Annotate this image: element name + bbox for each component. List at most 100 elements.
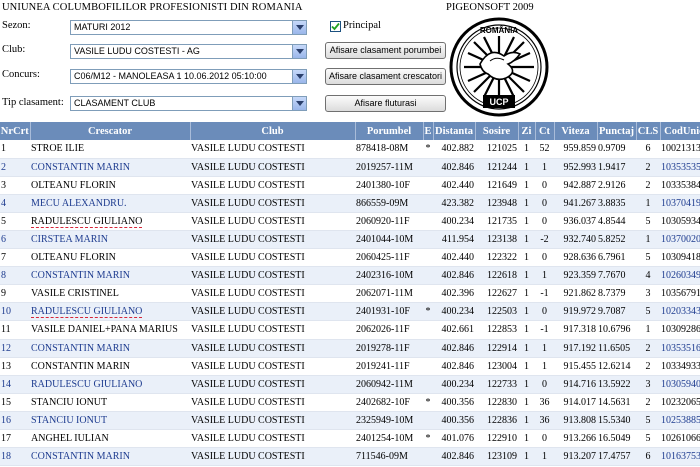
- breeder-name-cell: STROE ILIE: [30, 140, 190, 159]
- table-body: 1 STROE ILIE VASILE LUDU COSTESTI 878418-08…: [0, 140, 700, 467]
- chevron-down-icon[interactable]: [292, 21, 306, 34]
- breeder-name-cell: STANCIU IONUT: [30, 411, 190, 431]
- arrival-cell: 123004: [475, 357, 518, 376]
- ct-cell: 0: [535, 176, 554, 195]
- distance-cell: 402.396: [433, 284, 475, 304]
- table-row[interactable]: 6 CIRSTEA MARIN VASILE LUDU COSTESTI 240104…: [0, 230, 700, 250]
- distance-cell: 411.954: [433, 230, 475, 250]
- unique-code-cell: 10370020: [660, 230, 700, 250]
- show-breeders-ranking-button[interactable]: Afisare clasament crescatori: [325, 68, 446, 85]
- unique-code-cell: 10305940: [660, 375, 700, 394]
- day-cell: 1: [518, 339, 535, 358]
- cls-cell: 2: [636, 357, 660, 376]
- table-row[interactable]: 4 MECU ALEXANDRU. VASILE LUDU COSTESTI 8665…: [0, 194, 700, 213]
- ct-cell: 36: [535, 393, 554, 412]
- club-name-cell: VASILE LUDU COSTESTI: [190, 302, 355, 322]
- club-name-cell: VASILE LUDU COSTESTI: [190, 320, 355, 340]
- score-cell: 1.9417: [597, 158, 636, 177]
- row-number-cell: 2: [0, 158, 30, 177]
- principal-checkbox[interactable]: [330, 21, 341, 32]
- distance-cell: 402.846: [433, 357, 475, 376]
- club-name-cell: VASILE LUDU COSTESTI: [190, 284, 355, 304]
- show-flyers-button[interactable]: Afisare fluturasi: [325, 95, 446, 112]
- distance-cell: 400.234: [433, 302, 475, 322]
- column-header: Porumbel: [355, 122, 424, 140]
- distance-cell: 401.076: [433, 429, 475, 449]
- breeder-name-cell: CONSTANTIN MARIN: [30, 339, 190, 358]
- table-row[interactable]: 10 RADULESCU GIULIANO VASILE LUDU COSTESTI…: [0, 302, 700, 322]
- table-row[interactable]: 9 VASILE CRISTINEL VASILE LUDU COSTESTI 206…: [0, 284, 700, 304]
- breeder-name-cell: MECU ALEXANDRU.: [30, 194, 190, 213]
- breeder-name-text: MECU ALEXANDRU.: [31, 197, 127, 209]
- e-flag-cell: [423, 194, 433, 213]
- ct-cell: 1: [535, 158, 554, 177]
- breeder-name-text: VASILE CRISTINEL: [31, 288, 119, 300]
- distance-cell: 402.846: [433, 158, 475, 177]
- tip-select[interactable]: CLASAMENT CLUB: [70, 96, 307, 111]
- cls-cell: 2: [636, 176, 660, 195]
- table-row[interactable]: 12 CONSTANTIN MARIN VASILE LUDU COSTESTI 20…: [0, 339, 700, 358]
- unique-code-cell: 10260349: [660, 266, 700, 286]
- speed-cell: 913.808: [554, 411, 597, 431]
- table-row[interactable]: 7 OLTEANU FLORIN VASILE LUDU COSTESTI 20604…: [0, 248, 700, 268]
- concurs-select[interactable]: C06/M12 - MANOLEASA 1 10.06.2012 05:10:0…: [70, 69, 307, 84]
- club-name-cell: VASILE LUDU COSTESTI: [190, 357, 355, 376]
- chevron-down-icon[interactable]: [292, 45, 306, 58]
- ct-cell: 0: [535, 194, 554, 213]
- show-pigeons-ranking-button[interactable]: Afisare clasament porumbei: [325, 42, 446, 59]
- table-row[interactable]: 13 CONSTANTIN MARIN VASILE LUDU COSTESTI 20…: [0, 357, 700, 376]
- table-row[interactable]: 18 CONSTANTIN MARIN VASILE LUDU COSTESTI 71…: [0, 447, 700, 467]
- day-cell: 1: [518, 140, 535, 159]
- unique-code-cell: 10309286: [660, 320, 700, 340]
- sezon-select[interactable]: MATURI 2012: [70, 20, 307, 35]
- column-header: CodUnic: [660, 122, 700, 140]
- column-header: NrCrt: [0, 122, 31, 140]
- table-row[interactable]: 15 STANCIU IONUT VASILE LUDU COSTESTI 24026…: [0, 393, 700, 412]
- day-cell: 1: [518, 302, 535, 322]
- club-name-cell: VASILE LUDU COSTESTI: [190, 158, 355, 177]
- unique-code-cell: 10232065: [660, 393, 700, 412]
- e-flag-cell: [423, 339, 433, 358]
- breeder-name-cell: RADULESCU GIULIANO: [30, 212, 190, 231]
- table-row[interactable]: 11 VASILE DANIEL+PANA MARIUS VASILE LUDU C…: [0, 320, 700, 340]
- e-flag-cell: [423, 375, 433, 394]
- cls-cell: 5: [636, 429, 660, 449]
- cls-cell: 3: [636, 375, 660, 394]
- table-row[interactable]: 3 OLTEANU FLORIN VASILE LUDU COSTESTI 24013…: [0, 176, 700, 195]
- e-flag-cell: [423, 320, 433, 340]
- table-row[interactable]: 16 STANCIU IONUT VASILE LUDU COSTESTI 23259…: [0, 411, 700, 431]
- score-cell: 16.5049: [597, 429, 636, 449]
- table-row[interactable]: 5 RADULESCU GIULIANO VASILE LUDU COSTESTI 2…: [0, 212, 700, 231]
- table-row[interactable]: 2 CONSTANTIN MARIN VASILE LUDU COSTESTI 201…: [0, 158, 700, 177]
- club-name-cell: VASILE LUDU COSTESTI: [190, 393, 355, 412]
- speed-cell: 919.972: [554, 302, 597, 322]
- breeder-name-text: STANCIU IONUT: [31, 396, 108, 408]
- club-name-cell: VASILE LUDU COSTESTI: [190, 194, 355, 213]
- ct-cell: 36: [535, 411, 554, 431]
- e-flag-cell: *: [423, 140, 433, 159]
- arrival-cell: 122910: [475, 429, 518, 449]
- club-select[interactable]: VASILE LUDU COSTESTI - AG: [70, 44, 307, 59]
- row-number-cell: 15: [0, 393, 30, 412]
- unique-code-cell: 10309418: [660, 248, 700, 268]
- breeder-name-text: VASILE DANIEL+PANA MARIUS: [31, 324, 178, 336]
- ucp-logo: ROMÂNIA UCP: [449, 17, 549, 117]
- e-flag-cell: [423, 248, 433, 268]
- row-number-cell: 17: [0, 429, 30, 449]
- unique-code-cell: 10334933: [660, 357, 700, 376]
- arrival-cell: 121244: [475, 158, 518, 177]
- pigeon-id-cell: 2402682-10F: [355, 393, 423, 412]
- row-number-cell: 13: [0, 357, 30, 376]
- chevron-down-icon[interactable]: [292, 97, 306, 110]
- table-row[interactable]: 17 ANGHEL IULIAN VASILE LUDU COSTESTI 24012…: [0, 429, 700, 449]
- pigeon-id-cell: 2019278-11F: [355, 339, 423, 358]
- distance-cell: 402.846: [433, 266, 475, 286]
- arrival-cell: 122322: [475, 248, 518, 268]
- pigeon-id-cell: 2062026-11F: [355, 320, 423, 340]
- unique-code-cell: 10370419: [660, 194, 700, 213]
- table-row[interactable]: 14 RADULESCU GIULIANO VASILE LUDU COSTESTI…: [0, 375, 700, 394]
- table-row[interactable]: 8 CONSTANTIN MARIN VASILE LUDU COSTESTI 240…: [0, 266, 700, 286]
- chevron-down-icon[interactable]: [292, 70, 306, 83]
- breeder-name-text: RADULESCU GIULIANO: [31, 215, 143, 228]
- table-row[interactable]: 1 STROE ILIE VASILE LUDU COSTESTI 878418-08…: [0, 140, 700, 159]
